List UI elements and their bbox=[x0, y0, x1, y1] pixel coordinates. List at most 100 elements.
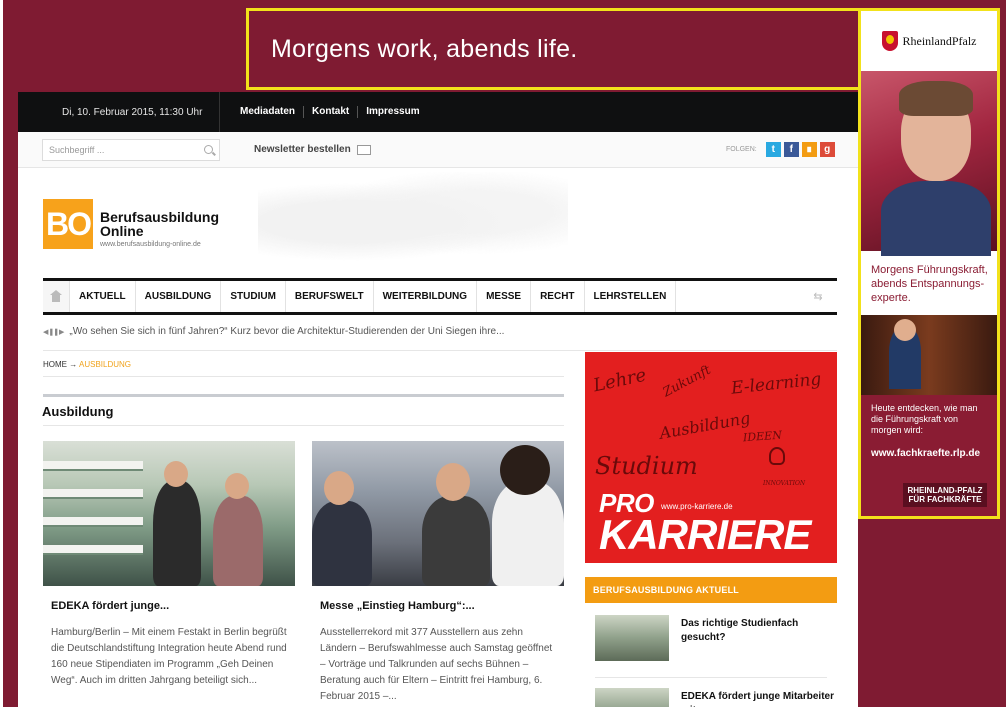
nav-item-ausbildung[interactable]: AUSBILDUNG bbox=[136, 281, 222, 312]
link-mediadaten[interactable]: Mediadaten bbox=[232, 106, 305, 118]
sky-badge: RHEINLAND-PFALZ FÜR FACHKRÄFTE bbox=[903, 483, 987, 507]
skyscraper-ad[interactable]: RheinlandPfalz Morgens Führungskraft, ab… bbox=[858, 8, 1000, 519]
link-kontakt[interactable]: Kontakt bbox=[304, 106, 359, 118]
ticker-text[interactable]: „Wo sehen Sie sich in fünf Jahren?“ Kurz… bbox=[69, 326, 504, 337]
photo-face bbox=[436, 463, 470, 501]
promo-word: Zukunft bbox=[660, 362, 714, 401]
breadcrumb: HOME → AUSBILDUNG bbox=[43, 360, 131, 369]
sky-photo-shirt bbox=[881, 181, 991, 256]
sky-headline: Morgens Führungskraft, abends Entspannun… bbox=[861, 251, 997, 315]
aktuell-heading: BERUFSAUSBILDUNG AKTUELL bbox=[585, 577, 837, 603]
aktuell-thumbnail[interactable] bbox=[595, 688, 669, 707]
ad-banner[interactable]: Morgens work, abends life. bbox=[246, 8, 862, 90]
social-links: FOLGEN: t f ∎ g bbox=[726, 142, 835, 157]
link-impressum[interactable]: Impressum bbox=[358, 106, 427, 118]
rss-icon[interactable]: ∎ bbox=[801, 142, 817, 157]
nav-item-aktuell[interactable]: AKTUELL bbox=[70, 281, 136, 312]
top-bar: Di, 10. Februar 2015, 11:30 Uhr Mediadat… bbox=[18, 92, 858, 132]
photo-person bbox=[312, 501, 372, 586]
photo-face bbox=[225, 473, 249, 499]
lightbulb-icon bbox=[769, 447, 785, 465]
article-card[interactable]: EDEKA fördert junge... Hamburg/Berlin – … bbox=[43, 441, 295, 689]
nav-item-weiterbildung[interactable]: WEITERBILDUNG bbox=[374, 281, 478, 312]
sky-photo-cellar bbox=[861, 315, 997, 395]
photo-person bbox=[213, 496, 263, 586]
sky-url[interactable]: www.fachkraefte.rlp.de bbox=[861, 444, 997, 463]
nav-item-messe[interactable]: MESSE bbox=[477, 281, 532, 312]
article-card[interactable]: Messe „Einstieg Hamburg“:... Ausstellerr… bbox=[312, 441, 564, 705]
photo-shelf bbox=[43, 489, 143, 499]
photo-shelf bbox=[43, 517, 143, 527]
aktuell-title[interactable]: Das richtige Studienfach gesucht? bbox=[681, 615, 835, 661]
search-input[interactable]: Suchbegriff ... bbox=[42, 139, 220, 161]
photo-shelf bbox=[43, 461, 143, 471]
sky-photo-hair bbox=[899, 81, 973, 116]
shuffle-icon[interactable]: ⇆ bbox=[799, 281, 837, 312]
ticker-controls[interactable]: ◀ ❚❚ ▶ bbox=[43, 328, 64, 336]
home-icon bbox=[50, 289, 62, 302]
divider bbox=[43, 425, 564, 426]
coat-of-arms-icon bbox=[881, 31, 898, 51]
breadcrumb-home[interactable]: HOME bbox=[43, 360, 67, 369]
promo-karriere: KARRIERE bbox=[599, 511, 811, 558]
photo-face bbox=[324, 471, 354, 505]
site-header: BO Berufsausbildung Online www.berufsaus… bbox=[18, 168, 858, 278]
article-excerpt: Ausstellerrekord mit 377 Ausstellern aus… bbox=[320, 627, 553, 702]
sky-photo-person-head bbox=[894, 319, 916, 341]
site-url: www.berufsausbildung-online.de bbox=[100, 241, 201, 248]
nav-item-lehrstellen[interactable]: LEHRSTELLEN bbox=[585, 281, 677, 312]
twitter-icon[interactable]: t bbox=[765, 142, 781, 157]
promo-word: Lehre bbox=[591, 364, 649, 397]
nav-home[interactable] bbox=[43, 281, 70, 312]
search-icon[interactable] bbox=[204, 145, 213, 154]
google-plus-icon[interactable]: g bbox=[819, 142, 835, 157]
article-title[interactable]: EDEKA fördert junge... bbox=[43, 600, 295, 612]
news-ticker: ◀ ❚❚ ▶ „Wo sehen Sie sich in fünf Jahren… bbox=[43, 326, 837, 337]
ad-banner-text: Morgens work, abends life. bbox=[271, 34, 578, 63]
photo-shelf bbox=[43, 545, 143, 555]
photo-person bbox=[422, 496, 490, 586]
page-edge bbox=[0, 0, 3, 707]
mail-icon bbox=[356, 144, 371, 155]
sky-brand: RheinlandPfalz bbox=[902, 33, 977, 48]
promo-word: IDEEN bbox=[742, 428, 783, 445]
article-title[interactable]: Messe „Einstieg Hamburg“:... bbox=[312, 600, 564, 612]
divider bbox=[43, 376, 564, 377]
nav-item-berufswelt[interactable]: BERUFSWELT bbox=[286, 281, 374, 312]
search-placeholder: Suchbegriff ... bbox=[49, 145, 105, 155]
facebook-icon[interactable]: f bbox=[783, 142, 799, 157]
promo-url: www.pro-karriere.de bbox=[661, 502, 733, 511]
top-links: Mediadaten Kontakt Impressum bbox=[220, 106, 428, 118]
nav-item-recht[interactable]: RECHT bbox=[531, 281, 585, 312]
current-date: Di, 10. Februar 2015, 11:30 Uhr bbox=[18, 92, 220, 132]
site-name[interactable]: Berufsausbildung Online bbox=[100, 210, 240, 238]
promo-word: INNOVATION bbox=[763, 480, 806, 487]
aktuell-title[interactable]: EDEKA fördert junge Mitarbeiter mit bbox=[681, 688, 835, 707]
divider bbox=[43, 350, 837, 351]
section-rule bbox=[43, 394, 564, 397]
utility-bar: Suchbegriff ... Newsletter bestellen FOL… bbox=[18, 132, 858, 168]
aktuell-item[interactable]: Das richtige Studienfach gesucht? bbox=[595, 615, 835, 661]
world-map-background bbox=[258, 172, 568, 272]
article-excerpt: Hamburg/Berlin – Mit einem Festakt in Be… bbox=[51, 627, 287, 686]
photo-person bbox=[153, 481, 201, 586]
sky-brand-bar: RheinlandPfalz bbox=[861, 11, 997, 71]
nav-item-studium[interactable]: STUDIUM bbox=[221, 281, 286, 312]
promo-word: Studium bbox=[595, 452, 698, 480]
newsletter-label: Newsletter bestellen bbox=[254, 144, 351, 155]
sky-subline: Heute entdecken, wie man die Führungskra… bbox=[871, 403, 978, 435]
follow-label: FOLGEN: bbox=[726, 146, 757, 153]
pro-karriere-ad[interactable]: Lehre Zukunft E-learning Ausbildung IDEE… bbox=[585, 352, 837, 563]
photo-person bbox=[492, 481, 564, 586]
aktuell-thumbnail[interactable] bbox=[595, 615, 669, 661]
photo-hair bbox=[500, 445, 550, 495]
logo[interactable]: BO bbox=[43, 199, 93, 249]
main-nav: AKTUELL AUSBILDUNG STUDIUM BERUFSWELT WE… bbox=[43, 278, 837, 315]
article-image[interactable] bbox=[43, 441, 295, 586]
newsletter-link[interactable]: Newsletter bestellen bbox=[254, 144, 371, 155]
aktuell-item[interactable]: EDEKA fördert junge Mitarbeiter mit bbox=[595, 688, 835, 707]
breadcrumb-current: AUSBILDUNG bbox=[79, 360, 132, 369]
article-image[interactable] bbox=[312, 441, 564, 586]
photo-face bbox=[164, 461, 188, 487]
section-title: Ausbildung bbox=[42, 404, 114, 419]
